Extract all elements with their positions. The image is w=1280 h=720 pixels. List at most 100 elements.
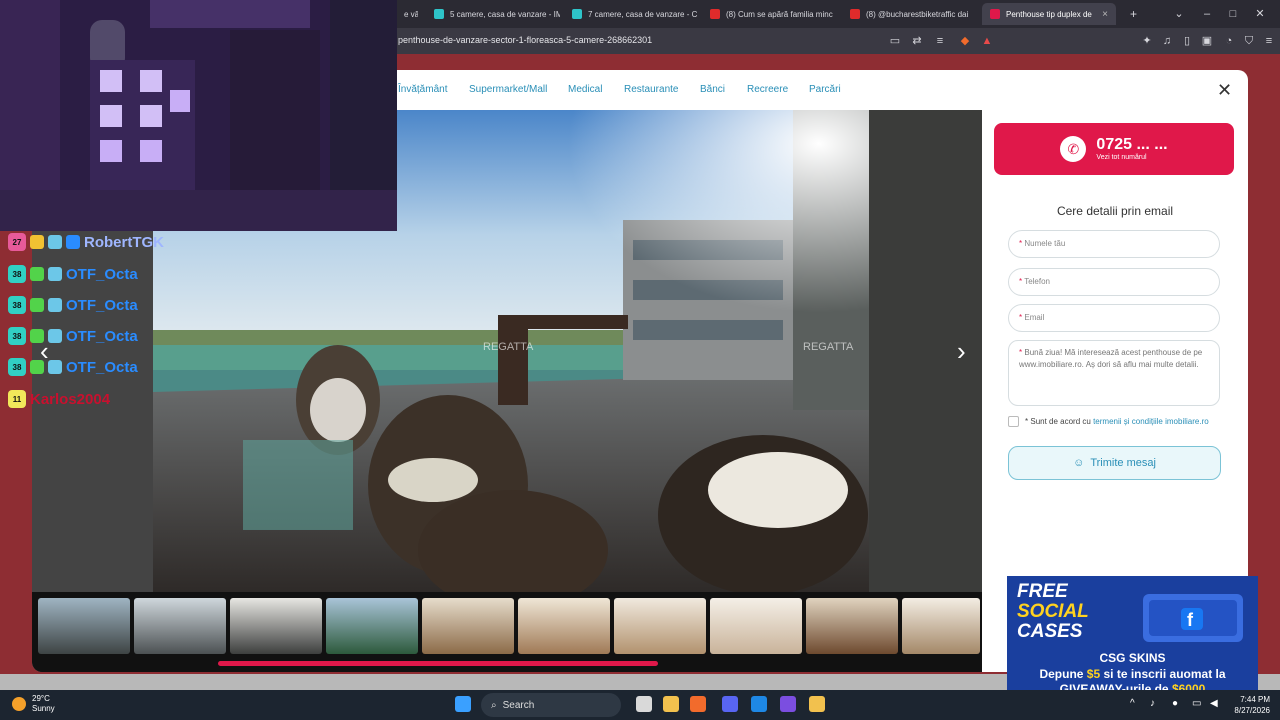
required-mark: *: [1019, 348, 1023, 357]
volume-icon[interactable]: ◀: [1210, 698, 1218, 709]
speaker-icon[interactable]: ♪: [1150, 698, 1155, 709]
thumbnail[interactable]: [902, 598, 980, 654]
screen-icon[interactable]: ▭: [888, 34, 902, 48]
close-modal-button[interactable]: ✕: [1217, 80, 1232, 100]
browser-tab[interactable]: e vâ: [396, 3, 418, 25]
translate-icon[interactable]: ⇄: [910, 34, 924, 48]
vpn-icon[interactable]: ⛉: [1242, 34, 1256, 48]
terms-checkbox[interactable]: [1008, 416, 1019, 427]
discord-icon[interactable]: [722, 696, 738, 712]
nav-banks[interactable]: Bănci: [700, 84, 725, 95]
level-badge: 27: [8, 233, 26, 251]
svg-text:REGATTA: REGATTA: [483, 341, 534, 353]
case-image: f: [1143, 594, 1243, 642]
name-field[interactable]: * Numele tău: [1008, 230, 1220, 258]
sponsor-ad: FREE SOCIAL CASES f CSG SKINS Depune $5 …: [1007, 576, 1258, 697]
chat-message: 11 Karlos2004: [8, 389, 110, 409]
app-grid-icon[interactable]: [780, 696, 796, 712]
next-photo-button[interactable]: ›: [957, 338, 966, 364]
send-message-button[interactable]: ☺ Trimite mesaj: [1008, 446, 1221, 480]
nav-parking[interactable]: Parcări: [809, 84, 841, 95]
site-favicon-icon: [990, 9, 1000, 19]
thumbnail[interactable]: [38, 598, 130, 654]
robot-icon: [48, 298, 62, 312]
required-mark: *: [1019, 239, 1023, 248]
url-field[interactable]: penthouse-de-vanzare-sector-1-floreasca-…: [398, 35, 652, 45]
terms-link[interactable]: termenii și condițiile imobiliare.ro: [1093, 417, 1209, 426]
youtube-icon: [710, 9, 720, 19]
level-badge: 38: [8, 327, 26, 345]
windows-start-icon[interactable]: [455, 696, 471, 712]
menu-icon[interactable]: ≡: [1262, 34, 1276, 48]
chat-username: Karlos2004: [30, 390, 111, 408]
ad-text: Depune: [1039, 667, 1087, 681]
clock[interactable]: 7:44 PM 8/27/2026: [1226, 694, 1270, 716]
rewards-icon[interactable]: ▲: [980, 34, 994, 48]
close-tab-icon[interactable]: ×: [1102, 9, 1108, 20]
message-text: Bună ziua! Mă interesează acest penthous…: [1019, 348, 1203, 369]
thumbnail[interactable]: [710, 598, 802, 654]
crown-icon: [30, 235, 44, 249]
thumbnail[interactable]: [518, 598, 610, 654]
display-icon[interactable]: ▭: [1192, 698, 1201, 709]
tab-list-icon[interactable]: ⌄: [1172, 7, 1186, 21]
email-field[interactable]: * Email: [1008, 304, 1220, 332]
thumbnail[interactable]: [326, 598, 418, 654]
tray-arrow-icon[interactable]: ^: [1130, 698, 1135, 709]
sidebar-icon[interactable]: ▯: [1180, 34, 1194, 48]
minimize-icon[interactable]: –: [1200, 7, 1214, 21]
browser-tab[interactable]: 7 camere, casa de vanzare - C: [564, 3, 698, 25]
send-label: Trimite mesaj: [1090, 457, 1156, 469]
brave-shield-icon[interactable]: ◆: [958, 34, 972, 48]
window-close-icon[interactable]: ✕: [1253, 7, 1267, 21]
tab-label: e vâ: [404, 9, 418, 19]
extensions-icon[interactable]: ✦: [1140, 34, 1154, 48]
app-icon[interactable]: [751, 696, 767, 712]
ad-amount: $5: [1086, 667, 1101, 681]
wallet-icon[interactable]: ▣: [1200, 34, 1214, 48]
thumbnail[interactable]: [806, 598, 898, 654]
thumbnail[interactable]: [134, 598, 226, 654]
gift-icon: [30, 267, 44, 281]
nav-restaurants[interactable]: Restaurante: [624, 84, 678, 95]
thumbnail-scrollbar[interactable]: [218, 661, 658, 666]
thumbnail[interactable]: [614, 598, 706, 654]
ad-line: FREE: [1017, 581, 1068, 602]
streamer-webcam: [0, 0, 397, 231]
browser-tab[interactable]: (8) @bucharestbiketraffic dai: [842, 3, 976, 25]
webcam-image: [0, 0, 397, 231]
phone-number: 0725 ... ...: [1096, 136, 1168, 153]
brave-browser-icon[interactable]: [690, 696, 706, 712]
ship-icon: [66, 235, 80, 249]
taskbar-search[interactable]: ⌕ Search: [481, 693, 621, 717]
nav-medical[interactable]: Medical: [568, 84, 602, 95]
browser-tab[interactable]: (8) Cum se apără familia minc: [702, 3, 836, 25]
ad-text: si te inscrii auomat la: [1100, 667, 1226, 681]
microphone-icon[interactable]: ●: [1172, 698, 1178, 709]
nav-education[interactable]: Învățământ: [398, 84, 447, 95]
message-field[interactable]: * Bună ziua! Mă interesează acest pentho…: [1008, 340, 1220, 406]
nav-recreation[interactable]: Recreere: [747, 84, 788, 95]
tab-label: 5 camere, casa de vanzare - IM: [450, 9, 560, 19]
weather-widget[interactable]: 29°C Sunny: [12, 694, 55, 714]
thumbnail[interactable]: [230, 598, 322, 654]
reader-icon[interactable]: ≡: [933, 34, 947, 48]
file-explorer-icon[interactable]: [663, 696, 679, 712]
maximize-icon[interactable]: □: [1226, 7, 1240, 21]
music-icon[interactable]: ♫: [1160, 34, 1174, 48]
chat-message: 38 OTF_Octa: [8, 326, 138, 346]
browser-tab-active[interactable]: Penthouse tip duplex de ×: [982, 3, 1116, 25]
thumbnail[interactable]: [422, 598, 514, 654]
windows-taskbar: 29°C Sunny ⌕ Search ^ ♪ ● ▭ ◀ 7:44 PM 8/…: [0, 690, 1280, 720]
phone-field[interactable]: * Telefon: [1008, 268, 1220, 296]
profile-icon[interactable]: ◔: [1222, 34, 1236, 48]
task-view-icon[interactable]: [636, 696, 652, 712]
warning-icon[interactable]: [809, 696, 825, 712]
terms-consent: * Sunt de acord cu termenii și condițiil…: [1008, 416, 1209, 427]
time: 7:44 PM: [1240, 695, 1270, 704]
browser-tab[interactable]: 5 camere, casa de vanzare - IM: [426, 3, 560, 25]
nav-supermarket[interactable]: Supermarket/Mall: [469, 84, 547, 95]
new-tab-button[interactable]: +: [1122, 3, 1142, 25]
level-badge: 38: [8, 265, 26, 283]
show-phone-button[interactable]: ✆ 0725 ... ... Vezi tot numărul: [994, 123, 1234, 175]
